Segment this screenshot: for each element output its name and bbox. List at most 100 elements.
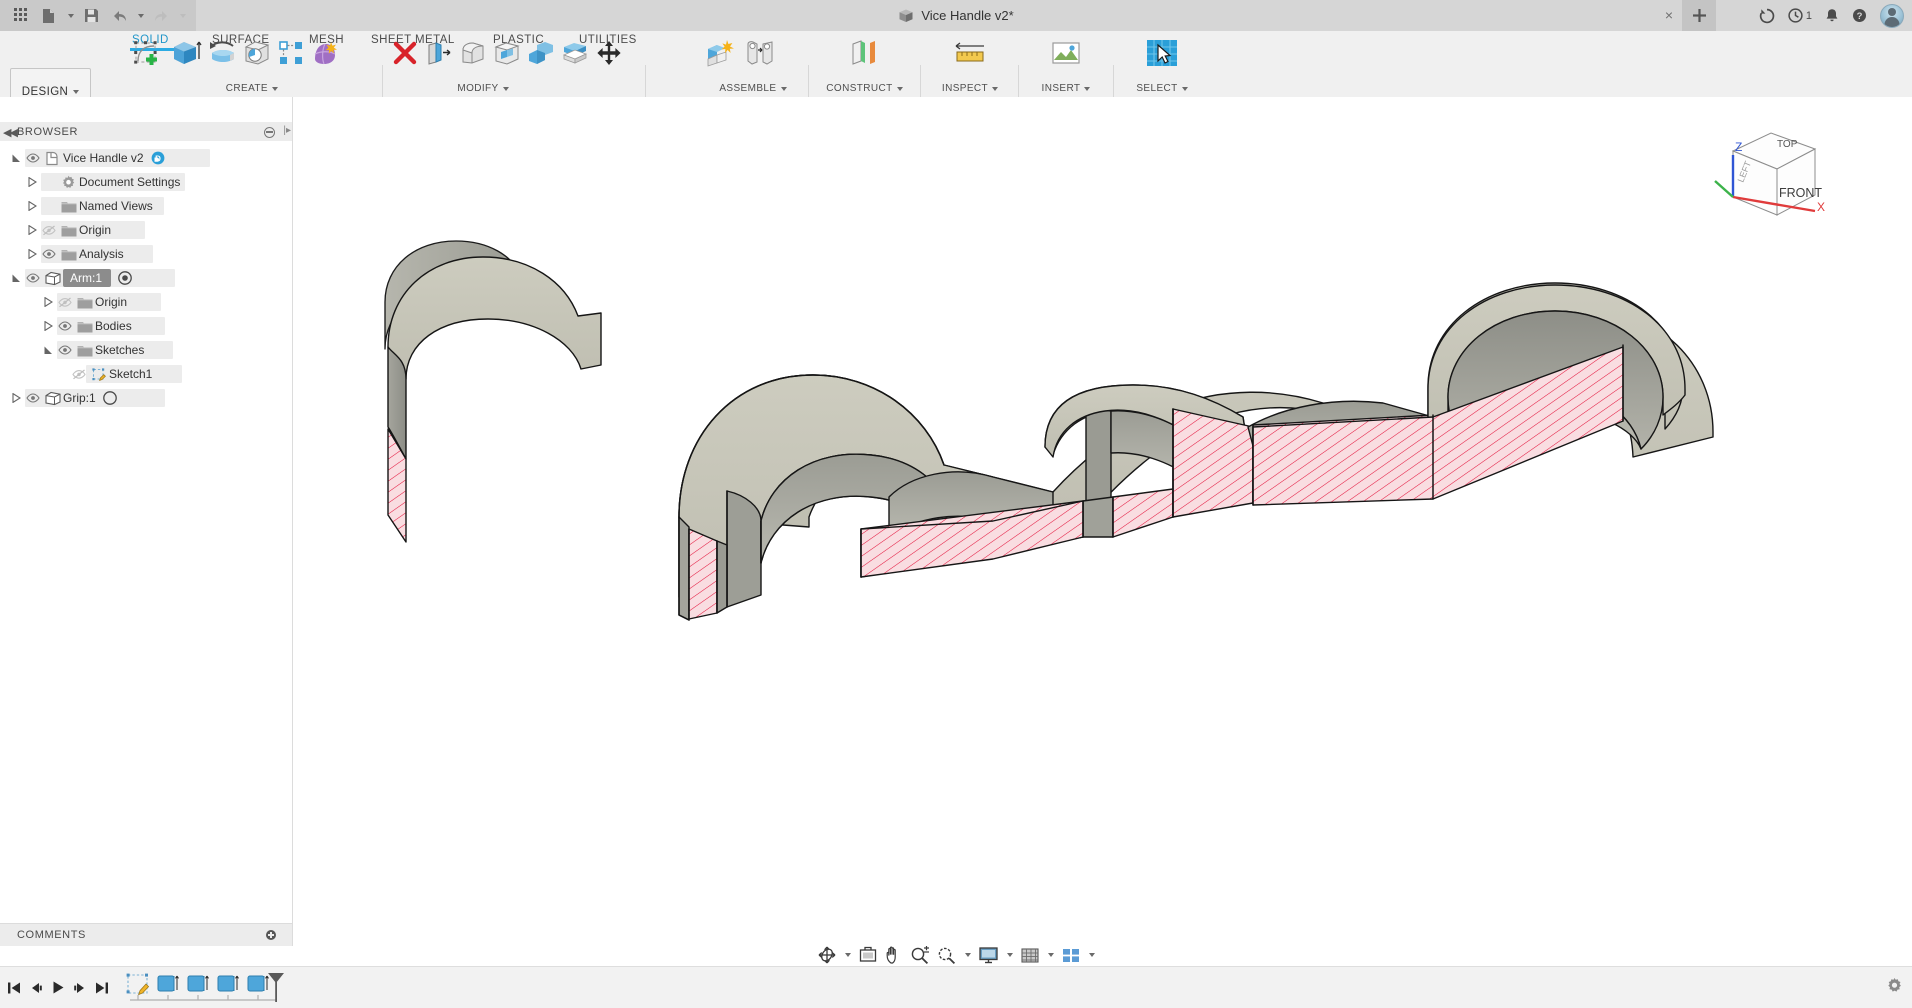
twisty-expanded-icon[interactable]: [40, 338, 56, 362]
panel-modify-label[interactable]: MODIFY: [388, 83, 578, 94]
tree-row-arm-1[interactable]: Arm:1: [0, 266, 293, 290]
joint-icon[interactable]: [740, 32, 780, 74]
grid-snaps-dropdown[interactable]: [1044, 944, 1057, 966]
tree-row-grip-1[interactable]: Grip:1: [0, 386, 293, 410]
form-icon[interactable]: [308, 32, 342, 74]
press-pull-icon[interactable]: [422, 32, 456, 74]
display-settings-icon[interactable]: [975, 944, 1002, 966]
active-component-icon[interactable]: [118, 271, 132, 285]
pan-icon[interactable]: [882, 944, 906, 966]
orbit-dropdown[interactable]: [841, 944, 854, 966]
gear-icon[interactable]: [1886, 977, 1903, 997]
select-cursor-icon[interactable]: [1142, 32, 1182, 74]
pattern-icon[interactable]: [274, 32, 308, 74]
tree-row-sketches[interactable]: Sketches: [0, 338, 293, 362]
step-back-icon[interactable]: [26, 975, 46, 1001]
twisty-expanded-icon[interactable]: [8, 146, 24, 170]
refresh-icon[interactable]: [1759, 8, 1775, 24]
grid-snaps-icon[interactable]: [1017, 944, 1043, 966]
add-comment-icon[interactable]: [266, 930, 276, 940]
panel-construct-label[interactable]: CONSTRUCT: [812, 83, 917, 94]
save-icon[interactable]: [78, 4, 104, 28]
user-avatar[interactable]: [1880, 4, 1904, 28]
display-settings-dropdown[interactable]: [1003, 944, 1016, 966]
hole-icon[interactable]: [240, 32, 274, 74]
tree-row-document-settings[interactable]: Document Settings: [0, 170, 293, 194]
look-at-icon[interactable]: [855, 944, 881, 966]
insert-mcmaster-icon[interactable]: [1046, 32, 1086, 74]
tree-row-analysis[interactable]: Analysis: [0, 242, 293, 266]
panel-inspect-label[interactable]: INSPECT: [925, 83, 1015, 94]
inactive-component-icon[interactable]: [103, 391, 117, 405]
panel-insert-label[interactable]: INSERT: [1022, 83, 1110, 94]
visibility-eye-hidden-icon[interactable]: [40, 218, 58, 242]
delete-icon[interactable]: [388, 32, 422, 74]
extrude-icon[interactable]: [166, 32, 206, 74]
recent-icon[interactable]: 1: [1788, 8, 1812, 23]
combine-icon[interactable]: [524, 32, 558, 74]
undo-icon[interactable]: [106, 4, 132, 28]
tree-row-origin-root[interactable]: Origin: [0, 218, 293, 242]
fillet-icon[interactable]: [456, 32, 490, 74]
new-document-icon[interactable]: [36, 4, 62, 28]
visibility-eye-icon[interactable]: [40, 242, 58, 266]
close-tab-button[interactable]: ×: [1662, 9, 1676, 23]
zoom-icon[interactable]: [907, 944, 933, 966]
twisty-collapsed-icon[interactable]: [24, 218, 40, 242]
orbit-icon[interactable]: [814, 944, 840, 966]
tree-row-sketch1[interactable]: Sketch1: [0, 362, 293, 386]
panel-select-label[interactable]: SELECT: [1117, 83, 1207, 94]
redo-dropdown[interactable]: [176, 4, 188, 28]
tree-row-named-views[interactable]: Named Views: [0, 194, 293, 218]
twisty-collapsed-icon[interactable]: [24, 170, 40, 194]
new-document-dropdown[interactable]: [64, 4, 76, 28]
app-grid-icon[interactable]: [8, 4, 34, 28]
visibility-eye-icon[interactable]: [56, 314, 74, 338]
notifications-bell-icon[interactable]: [1825, 8, 1839, 23]
go-to-beginning-icon[interactable]: [4, 975, 24, 1001]
panel-assemble-label[interactable]: ASSEMBLE: [700, 83, 806, 94]
twisty-collapsed-icon[interactable]: [24, 242, 40, 266]
move-copy-icon[interactable]: [558, 32, 592, 74]
viewports-dropdown[interactable]: [1085, 944, 1098, 966]
visibility-eye-icon[interactable]: [24, 146, 42, 170]
new-tab-button[interactable]: [1682, 0, 1716, 31]
new-component-icon[interactable]: [700, 32, 740, 74]
go-to-end-icon[interactable]: [92, 975, 112, 1001]
undo-dropdown[interactable]: [134, 4, 146, 28]
move-icon[interactable]: [592, 32, 626, 74]
help-icon[interactable]: ?: [1852, 8, 1867, 23]
comments-bar[interactable]: COMMENTS: [0, 923, 293, 946]
browser-options-icon[interactable]: [264, 127, 275, 138]
redo-icon[interactable]: [148, 4, 174, 28]
tree-row-bodies[interactable]: Bodies: [0, 314, 293, 338]
tree-row-vice-handle-v2[interactable]: Vice Handle v2 D: [0, 146, 293, 170]
shell-icon[interactable]: [490, 32, 524, 74]
cad-model[interactable]: FRONT TOP LEFT Z X: [293, 97, 1912, 946]
visibility-eye-icon[interactable]: [56, 338, 74, 362]
browser-resize-handle[interactable]: |▸: [283, 125, 291, 136]
visibility-eye-hidden-icon[interactable]: [70, 362, 88, 386]
twisty-collapsed-icon[interactable]: [8, 386, 24, 410]
measure-icon[interactable]: [950, 32, 990, 74]
twisty-expanded-icon[interactable]: [8, 266, 24, 290]
play-icon[interactable]: [48, 975, 68, 1001]
create-sketch-icon[interactable]: [126, 32, 166, 74]
collapse-left-icon[interactable]: ◀◀: [3, 126, 16, 139]
cloud-status-icon[interactable]: D: [151, 151, 165, 165]
panel-create-label[interactable]: CREATE: [126, 83, 378, 94]
twisty-collapsed-icon[interactable]: [40, 314, 56, 338]
viewports-icon[interactable]: [1058, 944, 1084, 966]
tree-row-arm-origin[interactable]: Origin: [0, 290, 293, 314]
offset-plane-icon[interactable]: [845, 32, 885, 74]
twisty-collapsed-icon[interactable]: [40, 290, 56, 314]
visibility-eye-icon[interactable]: [24, 266, 42, 290]
revolve-icon[interactable]: [206, 32, 240, 74]
visibility-eye-hidden-icon[interactable]: [56, 290, 74, 314]
twisty-collapsed-icon[interactable]: [24, 194, 40, 218]
visibility-eye-icon[interactable]: [24, 386, 42, 410]
step-forward-icon[interactable]: [70, 975, 90, 1001]
zoom-window-dropdown[interactable]: [961, 944, 974, 966]
viewport-canvas[interactable]: FRONT TOP LEFT Z X: [293, 97, 1912, 946]
zoom-window-icon[interactable]: [934, 944, 960, 966]
